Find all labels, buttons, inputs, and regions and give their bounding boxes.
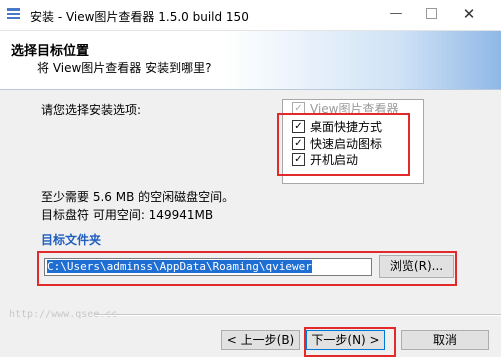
next-highlight-box bbox=[304, 327, 396, 357]
window-title: 安装 - View图片查看器 1.5.0 build 150 bbox=[30, 10, 249, 24]
minimize-button[interactable]: — bbox=[385, 4, 407, 24]
options-prompt: 请您选择安装选项: bbox=[41, 103, 142, 117]
title-bar: 安装 - View图片查看器 1.5.0 build 150 — ✕ bbox=[0, 0, 501, 31]
browse-button[interactable]: 浏览(R)... bbox=[379, 255, 454, 278]
footer-divider bbox=[95, 314, 501, 316]
maximize-icon bbox=[425, 8, 437, 19]
install-path-value: C:\Users\adminss\AppData\Roaming\qviewer bbox=[47, 260, 312, 273]
wizard-header: 选择目标位置 将 View图片查看器 安装到哪里? bbox=[0, 31, 501, 90]
space-available-text: 目标盘符 可用空间: 149941MB bbox=[41, 208, 214, 222]
maximize-button[interactable] bbox=[420, 4, 442, 24]
back-button[interactable]: < 上一步(B) bbox=[221, 330, 300, 350]
options-highlight-box bbox=[277, 113, 410, 176]
cancel-button[interactable]: 取消 bbox=[401, 330, 489, 350]
install-path-input[interactable]: C:\Users\adminss\AppData\Roaming\qviewer bbox=[44, 258, 372, 276]
space-required-text: 至少需要 5.6 MB 的空闲磁盘空间。 bbox=[41, 190, 235, 204]
page-subtitle: 将 View图片查看器 安装到哪里? bbox=[37, 61, 212, 75]
target-folder-label: 目标文件夹 bbox=[41, 233, 102, 247]
page-title: 选择目标位置 bbox=[11, 44, 90, 59]
installer-app-icon bbox=[7, 8, 20, 19]
close-button[interactable]: ✕ bbox=[458, 4, 480, 24]
